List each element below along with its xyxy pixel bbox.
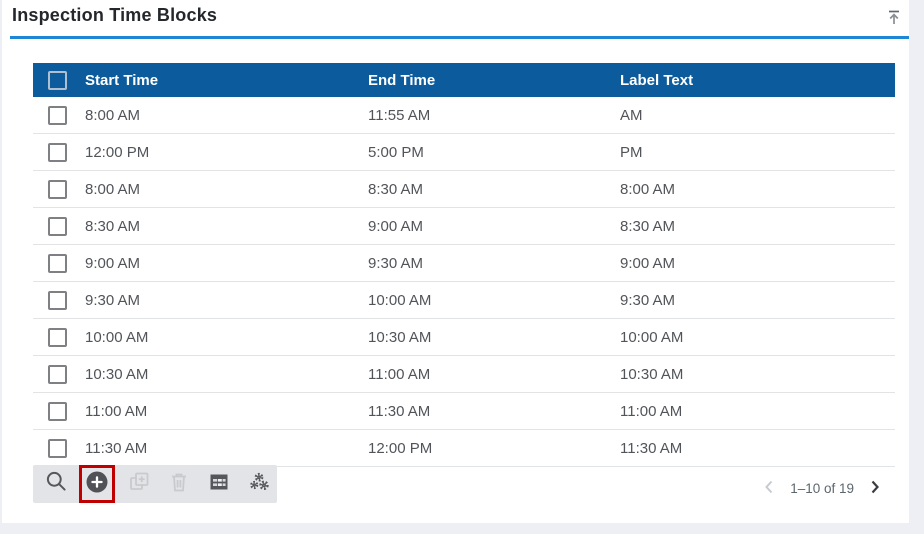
row-checkbox-cell [33,364,79,384]
cell-label-text: 11:30 AM [620,439,683,457]
duplicate-icon [127,470,151,499]
settings-gears-icon [246,470,272,499]
table-row[interactable]: 10:00 AM 10:30 AM 10:00 AM [33,319,895,356]
table-row[interactable]: 8:00 AM 11:55 AM AM [33,97,895,134]
inspection-time-blocks-panel: Inspection Time Blocks Start Time End Ti… [2,0,909,523]
cell-label-text: 8:30 AM [620,217,676,235]
chevron-right-icon [868,479,882,498]
row-checkbox[interactable] [48,216,67,236]
row-checkbox[interactable] [48,438,67,458]
cell-start-time: 8:30 AM [85,217,141,235]
cell-start-time: 10:30 AM [85,365,149,383]
header-end-time[interactable]: End Time [362,72,614,89]
cell-end-time: 9:30 AM [368,254,424,272]
cell-end-time: 12:00 PM [368,439,433,457]
row-checkbox[interactable] [48,142,67,162]
collapse-panel-button[interactable] [881,6,907,32]
row-checkbox[interactable] [48,253,67,273]
time-blocks-table: Start Time End Time Label Text 8:00 AM 1… [33,63,895,467]
cell-end-time: 9:00 AM [368,217,424,235]
cell-end-time: 11:00 AM [368,365,431,383]
row-checkbox[interactable] [48,401,67,421]
cell-label-text: 11:00 AM [620,402,683,420]
chevron-left-icon [762,479,776,498]
delete-button [166,471,192,497]
cell-label-text: AM [620,106,643,124]
cell-label-text: 10:30 AM [620,365,684,383]
cell-end-time: 11:30 AM [368,402,431,420]
settings-button[interactable] [246,471,272,497]
row-checkbox[interactable] [48,105,67,125]
cell-label-text: 9:30 AM [620,291,676,309]
cell-label-text: 10:00 AM [620,328,684,346]
cell-start-time: 11:00 AM [85,402,148,420]
row-checkbox-cell [33,290,79,310]
table-row[interactable]: 11:30 AM 12:00 PM 11:30 AM [33,430,895,467]
row-checkbox[interactable] [48,327,67,347]
table-header-row: Start Time End Time Label Text [33,63,895,97]
search-icon [45,470,68,498]
previous-page-button[interactable] [761,480,777,496]
duplicate-button [126,471,152,497]
cell-start-time: 9:30 AM [85,291,141,309]
cell-start-time: 10:00 AM [85,328,149,346]
cell-end-time: 11:55 AM [368,106,431,124]
header-label-text[interactable]: Label Text [614,72,895,89]
row-checkbox-cell [33,105,79,125]
cell-start-time: 9:00 AM [85,254,141,272]
table-row[interactable]: 9:30 AM 10:00 AM 9:30 AM [33,282,895,319]
select-all-checkbox[interactable] [48,70,67,90]
title-accent-divider [10,36,909,39]
header-start-time[interactable]: Start Time [79,72,362,89]
row-checkbox-cell [33,401,79,421]
cell-end-time: 8:30 AM [368,180,424,198]
add-button-highlight-annotation [79,465,115,503]
cell-start-time: 12:00 PM [85,143,150,161]
collapse-up-icon [885,7,903,32]
next-page-button[interactable] [867,480,883,496]
add-button[interactable] [84,471,110,497]
table-row[interactable]: 12:00 PM 5:00 PM PM [33,134,895,171]
row-checkbox[interactable] [48,364,67,384]
delete-trash-icon [167,470,191,499]
table-body: 8:00 AM 11:55 AM AM 12:00 PM 5:00 PM PM … [33,97,895,467]
row-checkbox-cell [33,142,79,162]
table-grid-icon [207,470,231,499]
pagination-range-label: 1–10 of 19 [790,480,854,496]
table-row[interactable]: 9:00 AM 9:30 AM 9:00 AM [33,245,895,282]
cell-end-time: 5:00 PM [368,143,424,161]
cell-start-time: 8:00 AM [85,180,141,198]
row-checkbox-cell [33,179,79,199]
row-checkbox-cell [33,216,79,236]
table-row[interactable]: 8:00 AM 8:30 AM 8:00 AM [33,171,895,208]
cell-start-time: 11:30 AM [85,439,148,457]
search-button[interactable] [43,471,69,497]
table-row[interactable]: 11:00 AM 11:30 AM 11:00 AM [33,393,895,430]
cell-end-time: 10:00 AM [368,291,432,309]
row-checkbox-cell [33,438,79,458]
cell-start-time: 8:00 AM [85,106,141,124]
row-checkbox-cell [33,253,79,273]
select-all-cell [33,70,79,90]
cell-label-text: PM [620,143,643,161]
page-title: Inspection Time Blocks [12,5,218,25]
table-row[interactable]: 10:30 AM 11:00 AM 10:30 AM [33,356,895,393]
table-view-button[interactable] [206,471,232,497]
cell-label-text: 8:00 AM [620,180,676,198]
table-row[interactable]: 8:30 AM 9:00 AM 8:30 AM [33,208,895,245]
table-toolbar [33,465,277,503]
add-icon [85,470,109,499]
row-checkbox[interactable] [48,179,67,199]
row-checkbox[interactable] [48,290,67,310]
cell-label-text: 9:00 AM [620,254,676,272]
pagination: 1–10 of 19 [761,475,883,501]
cell-end-time: 10:30 AM [368,328,432,346]
row-checkbox-cell [33,327,79,347]
